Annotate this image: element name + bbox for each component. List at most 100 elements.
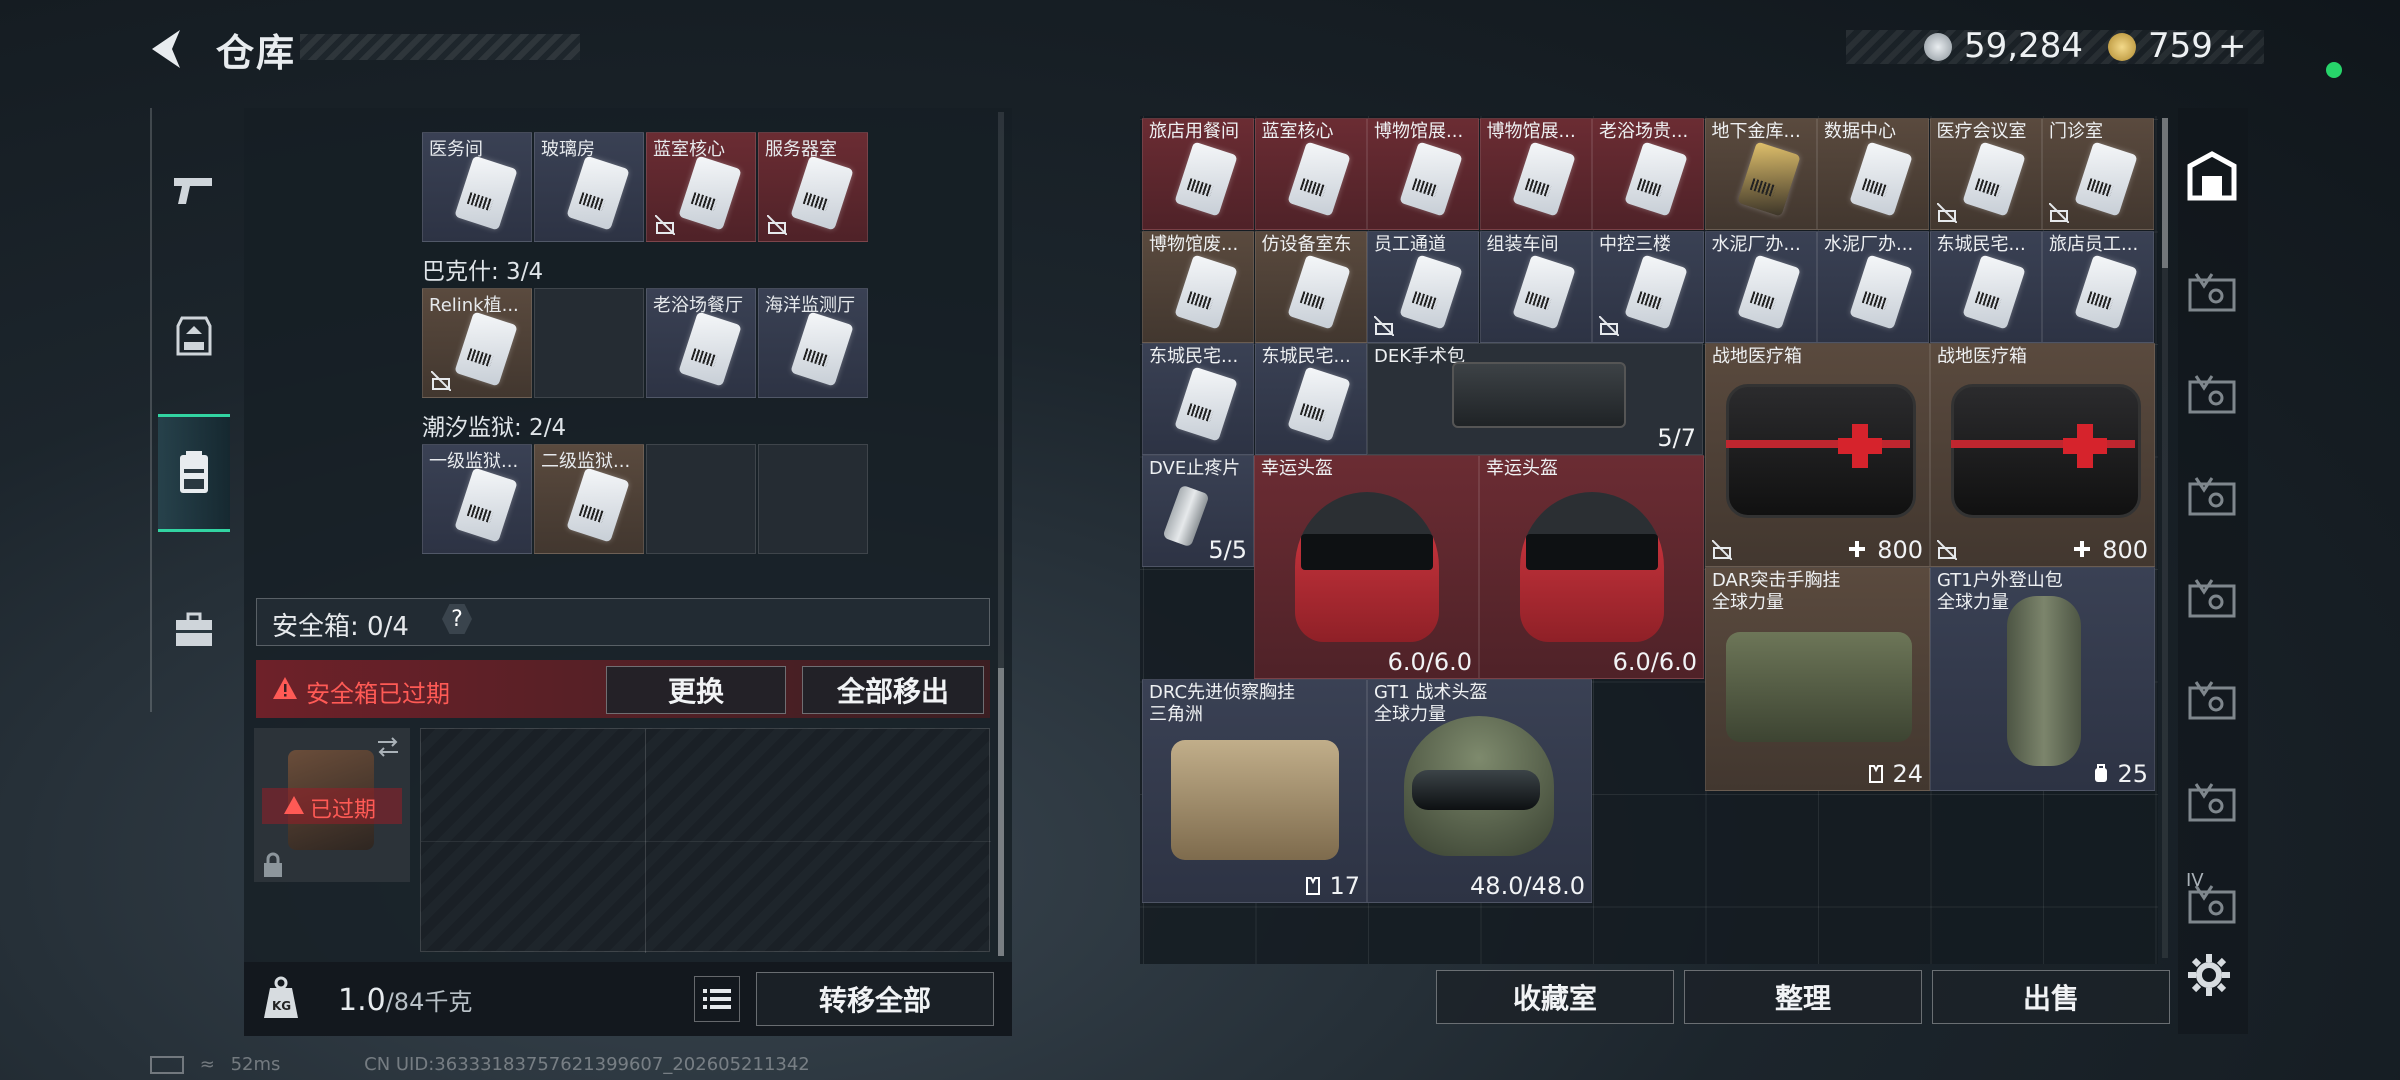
key-card-label: 老浴场餐厅 xyxy=(653,295,743,316)
item-sublabel: 全球力量 xyxy=(1937,592,2009,613)
storage-keycard[interactable]: 组装车间 xyxy=(1479,230,1592,343)
storage-keycard[interactable]: 仿设备室东 xyxy=(1254,230,1367,343)
sidebar-item-weapons[interactable] xyxy=(158,134,230,246)
transfer-all-button[interactable]: 转移全部 xyxy=(756,972,994,1026)
weight-current: 1.0 xyxy=(338,983,386,1018)
keycard-label: 员工通道 xyxy=(1374,233,1446,255)
storage-keycard[interactable]: 旅店用餐间 xyxy=(1142,118,1254,230)
item-label: DAR突击手胸挂 xyxy=(1712,570,1841,591)
key-card-slot[interactable]: 蓝室核心 xyxy=(646,132,756,242)
vault-tab-icon[interactable] xyxy=(2186,370,2238,422)
organize-button[interactable]: 整理 xyxy=(1684,970,1922,1024)
key-card-slot[interactable]: 服务器室 xyxy=(758,132,868,242)
key-card-slot[interactable]: 二级监狱... xyxy=(534,444,644,554)
safebox-thumbnail[interactable]: 已过期 xyxy=(254,728,410,882)
sidebar-item-backpack[interactable] xyxy=(158,414,230,532)
storage-keycard[interactable]: 员工通道 xyxy=(1367,230,1479,343)
vault-tab-icon[interactable] xyxy=(2186,574,2238,626)
item-label: GT1户外登山包 xyxy=(1937,570,2063,591)
move-all-out-button[interactable]: 全部移出 xyxy=(802,666,984,714)
storage-keycard[interactable]: 医疗会议室 xyxy=(1929,118,2042,230)
item-drc-recon-vest[interactable]: DRC先进侦察胸挂 三角洲 17 xyxy=(1142,679,1367,903)
item-gt1-backpack[interactable]: GT1户外登山包 全球力量 25 xyxy=(1930,567,2155,791)
storage-keycard[interactable]: 东城民宅... xyxy=(1142,343,1254,455)
storage-keycard[interactable]: 博物馆展... xyxy=(1367,118,1479,230)
vault-tab-iv-label[interactable]: IV xyxy=(2186,870,2204,891)
keycard-image xyxy=(566,467,630,543)
key-card-slot[interactable]: 老浴场餐厅 xyxy=(646,288,756,398)
keycard-image xyxy=(2074,253,2138,330)
vault-tab-icon[interactable] xyxy=(2186,268,2238,320)
storage-keycard[interactable]: 旅店员工... xyxy=(2042,230,2154,343)
sidebar-item-briefcase[interactable] xyxy=(158,574,230,686)
online-status-dot xyxy=(2326,62,2342,78)
keycard-label: 门诊室 xyxy=(2049,121,2103,142)
left-scroll-thumb[interactable] xyxy=(998,668,1004,956)
sell-button[interactable]: 出售 xyxy=(1932,970,2170,1024)
item-label: 幸运头盔 xyxy=(1486,458,1558,479)
back-arrow-icon[interactable] xyxy=(146,26,192,72)
lock-slash-icon xyxy=(1935,202,1958,224)
key-card-slot[interactable]: 玻璃房 xyxy=(534,132,644,242)
item-label: DEK手术包 xyxy=(1374,346,1466,367)
item-field-medical-box-1[interactable]: 战地医疗箱 800 xyxy=(1705,343,1930,567)
backpack-image xyxy=(2007,596,2081,766)
item-value: 800 xyxy=(1877,536,1923,564)
group-title-bakesh: 巴克什: 3/4 xyxy=(422,259,544,285)
storage-keycard[interactable]: 地下金库... xyxy=(1704,118,1817,230)
vault-tab-icon[interactable] xyxy=(2186,778,2238,830)
safebox-expired-label: 已过期 xyxy=(310,798,377,823)
storage-keycard[interactable]: 博物馆展... xyxy=(1479,118,1592,230)
storage-scroll-thumb[interactable] xyxy=(2162,118,2168,268)
key-card-slot[interactable]: 海洋监测厅 xyxy=(758,288,868,398)
item-lucky-helmet-1[interactable]: 幸运头盔 6.0/6.0 xyxy=(1254,455,1479,679)
key-card-slot[interactable]: Relink植... xyxy=(422,288,532,398)
item-field-medical-box-2[interactable]: 战地医疗箱 800 xyxy=(1930,343,2155,567)
item-capacity: 24 xyxy=(1892,760,1923,788)
list-icon xyxy=(703,989,731,1009)
weight-readout: 1.0/84千克 xyxy=(338,982,472,1018)
sidebar-item-armor[interactable] xyxy=(158,280,230,392)
storage-keycard[interactable]: 蓝室核心 xyxy=(1254,118,1367,230)
item-dar-assault-vest[interactable]: DAR突击手胸挂 全球力量 24 xyxy=(1705,567,1930,791)
lock-slash-icon xyxy=(1712,540,1732,560)
storage-keycard[interactable]: 东城民宅... xyxy=(1929,230,2042,343)
keycard-image xyxy=(1286,141,1351,217)
storage-keycard[interactable]: 博物馆废... xyxy=(1142,230,1254,343)
keycard-image xyxy=(1174,366,1238,442)
silver-coin-icon xyxy=(1924,33,1952,61)
group-title-prison: 潮汐监狱: 2/4 xyxy=(422,415,567,441)
safebox-slot-grid[interactable] xyxy=(420,728,991,953)
storage-keycard[interactable]: 数据中心 xyxy=(1817,118,1929,230)
gold-add-button[interactable]: + xyxy=(2218,26,2247,66)
storage-keycard[interactable]: 水泥厂办... xyxy=(1817,230,1929,343)
storage-keycard[interactable]: 门诊室 xyxy=(2042,118,2154,230)
keycard-label: 博物馆展... xyxy=(1486,121,1576,142)
vest-capacity-icon xyxy=(1869,765,1883,783)
replace-safebox-button[interactable]: 更换 xyxy=(606,666,786,714)
storage-keycard[interactable]: 东城民宅... xyxy=(1254,343,1367,455)
lock-icon xyxy=(264,852,282,877)
item-gt1-tactical-helmet[interactable]: GT1 战术头盔 全球力量 48.0/48.0 xyxy=(1367,679,1592,903)
item-lucky-helmet-2[interactable]: 幸运头盔 6.0/6.0 xyxy=(1479,455,1704,679)
key-card-slot[interactable]: 一级监狱... xyxy=(422,444,532,554)
keycard-label: 水泥厂办... xyxy=(1824,233,1914,255)
home-vault-icon[interactable] xyxy=(2186,150,2238,202)
storage-keycard[interactable]: 老浴场贵... xyxy=(1592,118,1704,230)
key-card-slot xyxy=(534,288,644,398)
swap-icon[interactable] xyxy=(374,736,402,758)
item-dek-surgical-kit[interactable]: DEK手术包 5/7 xyxy=(1367,343,1703,455)
collection-room-button[interactable]: 收藏室 xyxy=(1436,970,1674,1024)
storage-keycard[interactable]: 水泥厂办... xyxy=(1704,230,1817,343)
helmet-visor xyxy=(1301,534,1433,570)
keycard-label: 旅店用餐间 xyxy=(1149,121,1239,142)
vault-tab-icon[interactable] xyxy=(2186,472,2238,524)
keycard-image xyxy=(678,311,742,387)
list-view-button[interactable] xyxy=(694,976,740,1022)
key-card-slot[interactable]: 医务间 xyxy=(422,132,532,242)
gold-currency-value: 759 xyxy=(2148,26,2213,66)
item-dve-painkiller[interactable]: DVE止疼片 5/5 xyxy=(1142,455,1254,567)
vault-tab-icon[interactable] xyxy=(2186,676,2238,728)
settings-gear-icon[interactable] xyxy=(2186,952,2232,998)
storage-keycard[interactable]: 中控三楼 xyxy=(1592,230,1704,343)
